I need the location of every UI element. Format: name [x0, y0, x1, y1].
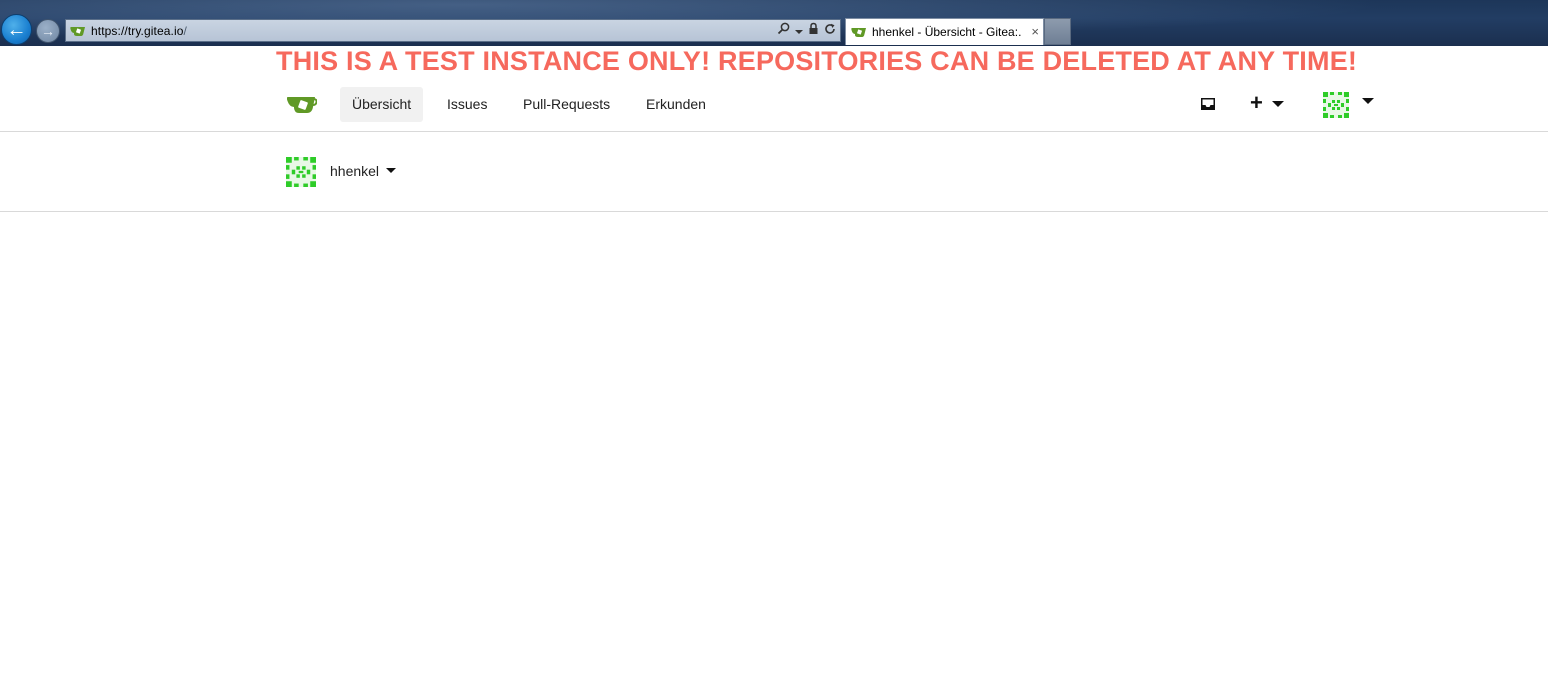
nav-item-explore[interactable]: Erkunden — [634, 87, 718, 122]
chevron-down-icon[interactable] — [1362, 98, 1374, 104]
chevron-down-icon[interactable] — [386, 168, 396, 173]
tab-title: hhenkel - Übersicht - Gitea:... — [872, 25, 1022, 39]
new-tab-button[interactable] — [1044, 18, 1071, 45]
test-instance-banner: THIS IS A TEST INSTANCE ONLY! REPOSITORI… — [276, 46, 1358, 76]
address-bar-icons — [777, 22, 836, 40]
nav-item-issues[interactable]: Issues — [435, 87, 499, 122]
search-icon[interactable] — [777, 22, 790, 40]
browser-tab[interactable]: hhenkel - Übersicht - Gitea:... × — [845, 18, 1044, 45]
nav-item-overview[interactable]: Übersicht — [340, 87, 424, 122]
back-button[interactable]: ← — [1, 14, 32, 45]
gitea-logo-icon[interactable] — [287, 93, 317, 115]
refresh-icon[interactable] — [824, 22, 836, 40]
user-avatar-icon[interactable] — [1323, 92, 1349, 118]
lock-icon[interactable] — [808, 22, 819, 40]
arrow-left-icon: ← — [6, 18, 27, 41]
browser-chrome: ← → https://try.gitea.io/ hhenkel - Über… — [0, 0, 1548, 46]
forward-button[interactable]: → — [36, 19, 60, 43]
context-username[interactable]: hhenkel — [330, 162, 379, 180]
gitea-favicon-icon — [70, 26, 85, 36]
plus-icon[interactable]: + — [1250, 91, 1263, 115]
close-icon[interactable]: × — [1031, 24, 1039, 39]
url-text[interactable]: https://try.gitea.io/ — [91, 24, 187, 38]
inbox-icon[interactable] — [1199, 95, 1217, 113]
dropdown-icon[interactable] — [795, 22, 803, 40]
address-bar[interactable]: https://try.gitea.io/ — [65, 19, 841, 42]
arrow-right-icon: → — [41, 23, 55, 39]
main-navbar: Übersicht Issues Pull-Requests Erkunden … — [0, 78, 1548, 132]
user-avatar-icon[interactable] — [286, 157, 316, 187]
chevron-down-icon[interactable] — [1272, 101, 1284, 107]
dashboard-context-bar: hhenkel — [0, 132, 1548, 212]
nav-item-pull-requests[interactable]: Pull-Requests — [511, 87, 622, 122]
gitea-favicon-icon — [851, 28, 866, 37]
